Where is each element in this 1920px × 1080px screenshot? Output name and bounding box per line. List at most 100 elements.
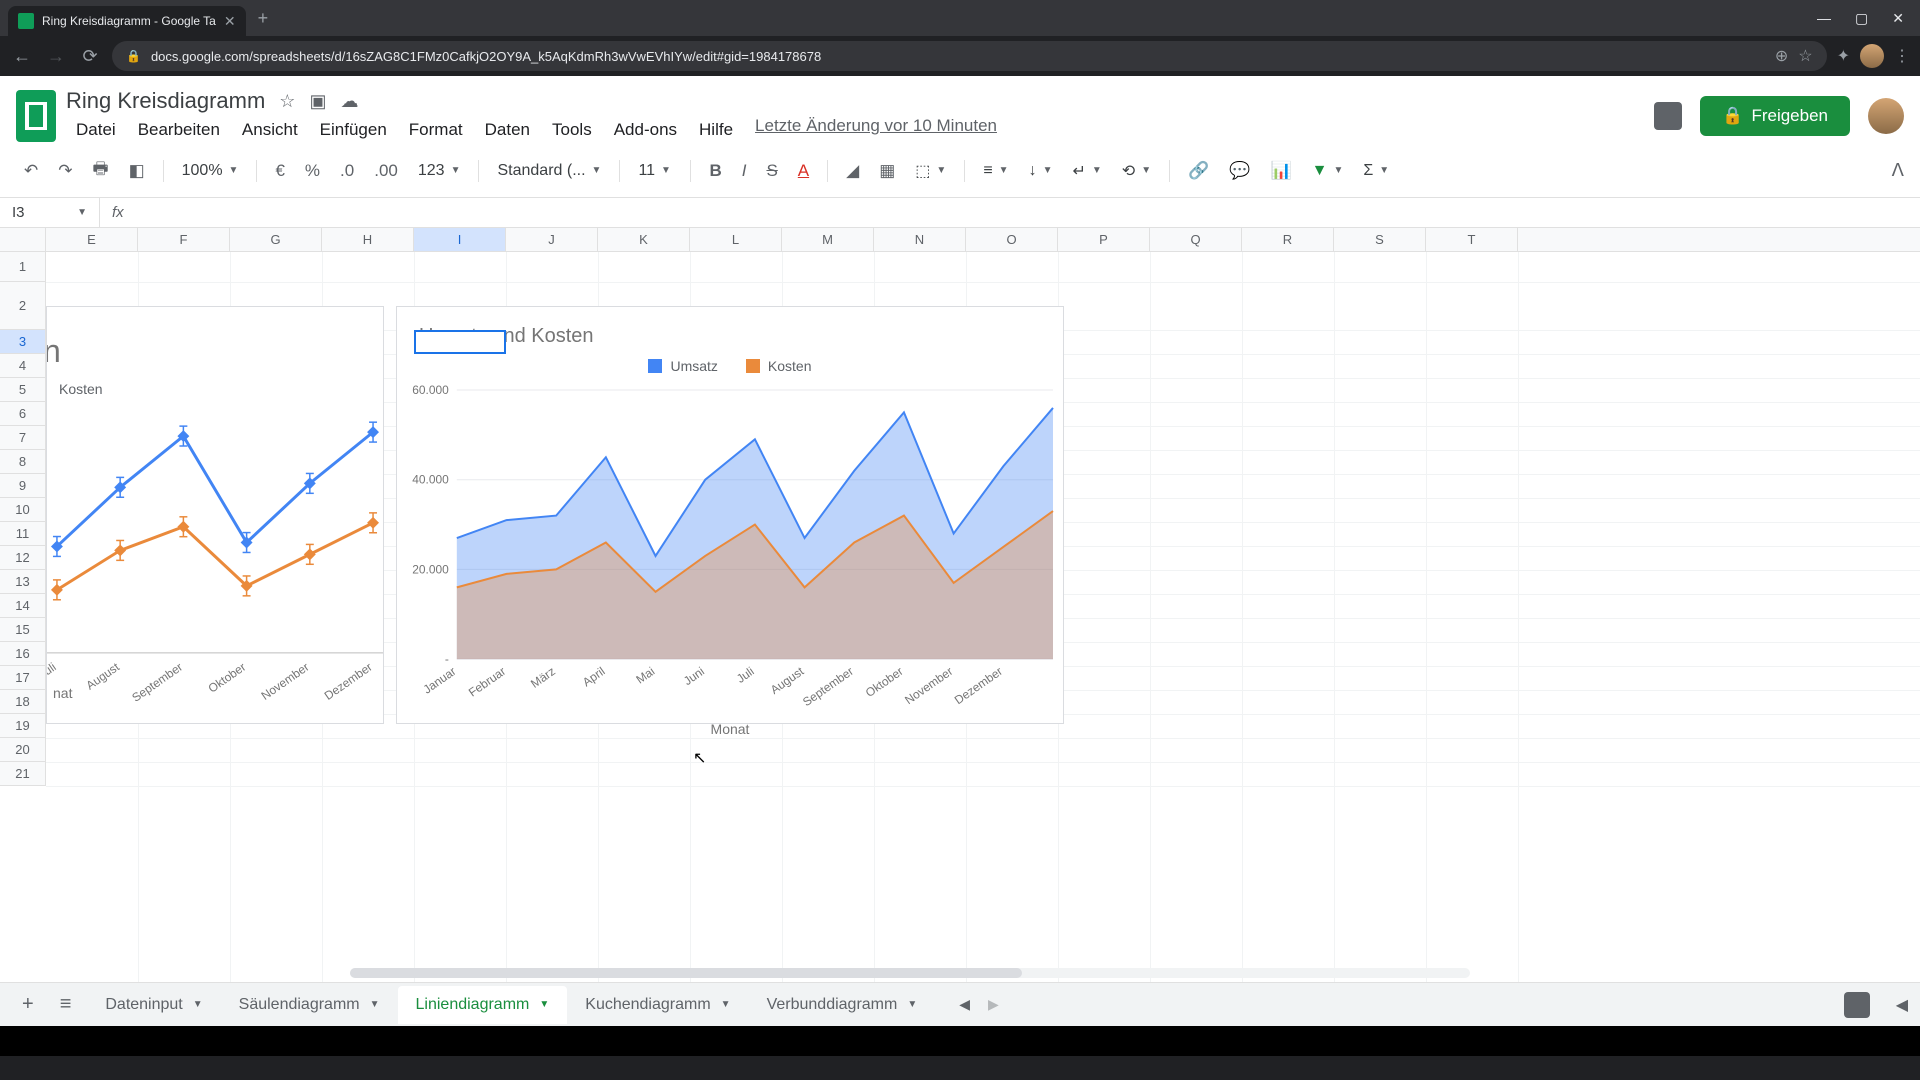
menu-tools[interactable]: Tools [542, 116, 602, 144]
row-header-20[interactable]: 20 [0, 738, 46, 762]
col-header-K[interactable]: K [598, 228, 690, 251]
col-header-N[interactable]: N [874, 228, 966, 251]
row-header-2[interactable]: 2 [0, 282, 46, 330]
menu-addons[interactable]: Add-ons [604, 116, 687, 144]
strike-button[interactable]: S [758, 155, 785, 187]
print-icon[interactable]: 🖶 [85, 150, 117, 191]
valign-dropdown[interactable]: ↓▼ [1021, 158, 1061, 184]
sheet-tab-verbunddiagramm[interactable]: Verbunddiagramm▼ [749, 986, 936, 1024]
zoom-icon[interactable]: ⊕ [1775, 46, 1788, 66]
share-button[interactable]: 🔒 Freigeben [1700, 96, 1850, 136]
col-header-P[interactable]: P [1058, 228, 1150, 251]
row-header-6[interactable]: 6 [0, 402, 46, 426]
link-icon[interactable]: 🔗 [1180, 155, 1217, 187]
comment-icon[interactable]: 💬 [1221, 155, 1258, 187]
col-header-O[interactable]: O [966, 228, 1058, 251]
undo-icon[interactable]: ↶ [16, 155, 46, 187]
dec-decimal-button[interactable]: .0 [332, 155, 362, 187]
row-header-4[interactable]: 4 [0, 354, 46, 378]
url-bar[interactable]: 🔒 docs.google.com/spreadsheets/d/16sZAG8… [112, 41, 1827, 71]
sheets-logo-icon[interactable] [16, 90, 56, 142]
extensions-icon[interactable]: ✦ [1837, 46, 1850, 66]
row-header-14[interactable]: 14 [0, 594, 46, 618]
reload-icon[interactable]: ⟳ [78, 46, 102, 67]
row-header-10[interactable]: 10 [0, 498, 46, 522]
row-header-7[interactable]: 7 [0, 426, 46, 450]
tab-nav-prev-icon[interactable]: ◀ [959, 996, 970, 1013]
row-header-17[interactable]: 17 [0, 666, 46, 690]
scrollbar-thumb[interactable] [350, 968, 1022, 978]
col-header-H[interactable]: H [322, 228, 414, 251]
sheet-tab-liniendiagramm[interactable]: Liniendiagramm▼ [398, 986, 568, 1024]
menu-format[interactable]: Format [399, 116, 473, 144]
spreadsheet-grid[interactable]: EFGHIJKLMNOPQRST 12345678910111213141516… [0, 228, 1920, 982]
halign-dropdown[interactable]: ≡▼ [975, 158, 1016, 184]
cell-reference-input[interactable]: I3▼ [0, 198, 100, 227]
row-header-16[interactable]: 16 [0, 642, 46, 666]
merge-dropdown[interactable]: ⬚▼ [907, 157, 954, 185]
collapse-side-panel-icon[interactable]: ◀ [1896, 995, 1908, 1015]
row-header-18[interactable]: 18 [0, 690, 46, 714]
sheet-tab-kuchendiagramm[interactable]: Kuchendiagramm▼ [567, 986, 748, 1024]
forward-icon[interactable]: → [44, 46, 68, 67]
row-header-12[interactable]: 12 [0, 546, 46, 570]
browser-menu-icon[interactable]: ⋮ [1894, 46, 1910, 66]
menu-hilfe[interactable]: Hilfe [689, 116, 743, 144]
star-doc-icon[interactable]: ☆ [279, 91, 295, 112]
row-header-15[interactable]: 15 [0, 618, 46, 642]
formula-input[interactable] [136, 198, 1920, 227]
font-dropdown[interactable]: Standard (...▼ [489, 158, 609, 184]
col-header-E[interactable]: E [46, 228, 138, 251]
close-window-icon[interactable]: ✕ [1892, 10, 1904, 27]
explore-button[interactable] [1844, 992, 1870, 1018]
profile-avatar-small[interactable] [1860, 44, 1884, 68]
col-header-Q[interactable]: Q [1150, 228, 1242, 251]
chart-line-partial[interactable]: n Kosten JuliAugustSeptemberOktoberNovem… [46, 306, 384, 724]
col-header-R[interactable]: R [1242, 228, 1334, 251]
maximize-icon[interactable]: ▢ [1855, 10, 1868, 27]
rotate-dropdown[interactable]: ⟲▼ [1114, 157, 1159, 185]
wrap-dropdown[interactable]: ↵▼ [1064, 157, 1109, 185]
all-sheets-button[interactable]: ≡ [50, 985, 82, 1024]
add-sheet-button[interactable]: + [12, 985, 44, 1024]
tab-nav-next-icon[interactable]: ▶ [988, 996, 999, 1013]
insert-chart-icon[interactable]: 📊 [1262, 155, 1299, 187]
col-header-F[interactable]: F [138, 228, 230, 251]
col-header-T[interactable]: T [1426, 228, 1518, 251]
col-header-I[interactable]: I [414, 228, 506, 251]
percent-button[interactable]: % [297, 155, 328, 187]
col-header-M[interactable]: M [782, 228, 874, 251]
cloud-status-icon[interactable]: ☁ [340, 91, 358, 112]
fill-color-icon[interactable]: ◢ [838, 155, 867, 187]
menu-bearbeiten[interactable]: Bearbeiten [128, 116, 230, 144]
paint-format-icon[interactable]: ◧ [121, 155, 153, 187]
new-tab-button[interactable]: + [258, 8, 269, 29]
col-header-G[interactable]: G [230, 228, 322, 251]
number-format-dropdown[interactable]: 123▼ [410, 158, 469, 184]
menu-einfuegen[interactable]: Einfügen [310, 116, 397, 144]
font-size-dropdown[interactable]: 11▼ [630, 158, 680, 184]
select-all-corner[interactable] [0, 228, 46, 251]
last-edit-link[interactable]: Letzte Änderung vor 10 Minuten [755, 116, 997, 144]
row-header-11[interactable]: 11 [0, 522, 46, 546]
functions-dropdown[interactable]: Σ▼ [1355, 158, 1397, 184]
filter-dropdown[interactable]: ▼▼ [1304, 158, 1352, 184]
move-doc-icon[interactable]: ▣ [309, 91, 326, 112]
currency-button[interactable]: € [267, 155, 292, 187]
col-header-S[interactable]: S [1334, 228, 1426, 251]
menu-ansicht[interactable]: Ansicht [232, 116, 308, 144]
row-header-9[interactable]: 9 [0, 474, 46, 498]
row-header-21[interactable]: 21 [0, 762, 46, 786]
inc-decimal-button[interactable]: .00 [366, 155, 406, 187]
row-header-13[interactable]: 13 [0, 570, 46, 594]
row-header-5[interactable]: 5 [0, 378, 46, 402]
row-header-8[interactable]: 8 [0, 450, 46, 474]
expand-toolbar-icon[interactable]: ᐱ [1892, 160, 1904, 181]
doc-title[interactable]: Ring Kreisdiagramm [66, 88, 265, 114]
redo-icon[interactable]: ↷ [50, 155, 80, 187]
sheet-tab-säulendiagramm[interactable]: Säulendiagramm▼ [221, 986, 398, 1024]
bold-button[interactable]: B [701, 155, 729, 187]
back-icon[interactable]: ← [10, 46, 34, 67]
account-avatar[interactable] [1868, 98, 1904, 134]
minimize-icon[interactable]: ― [1817, 10, 1831, 27]
